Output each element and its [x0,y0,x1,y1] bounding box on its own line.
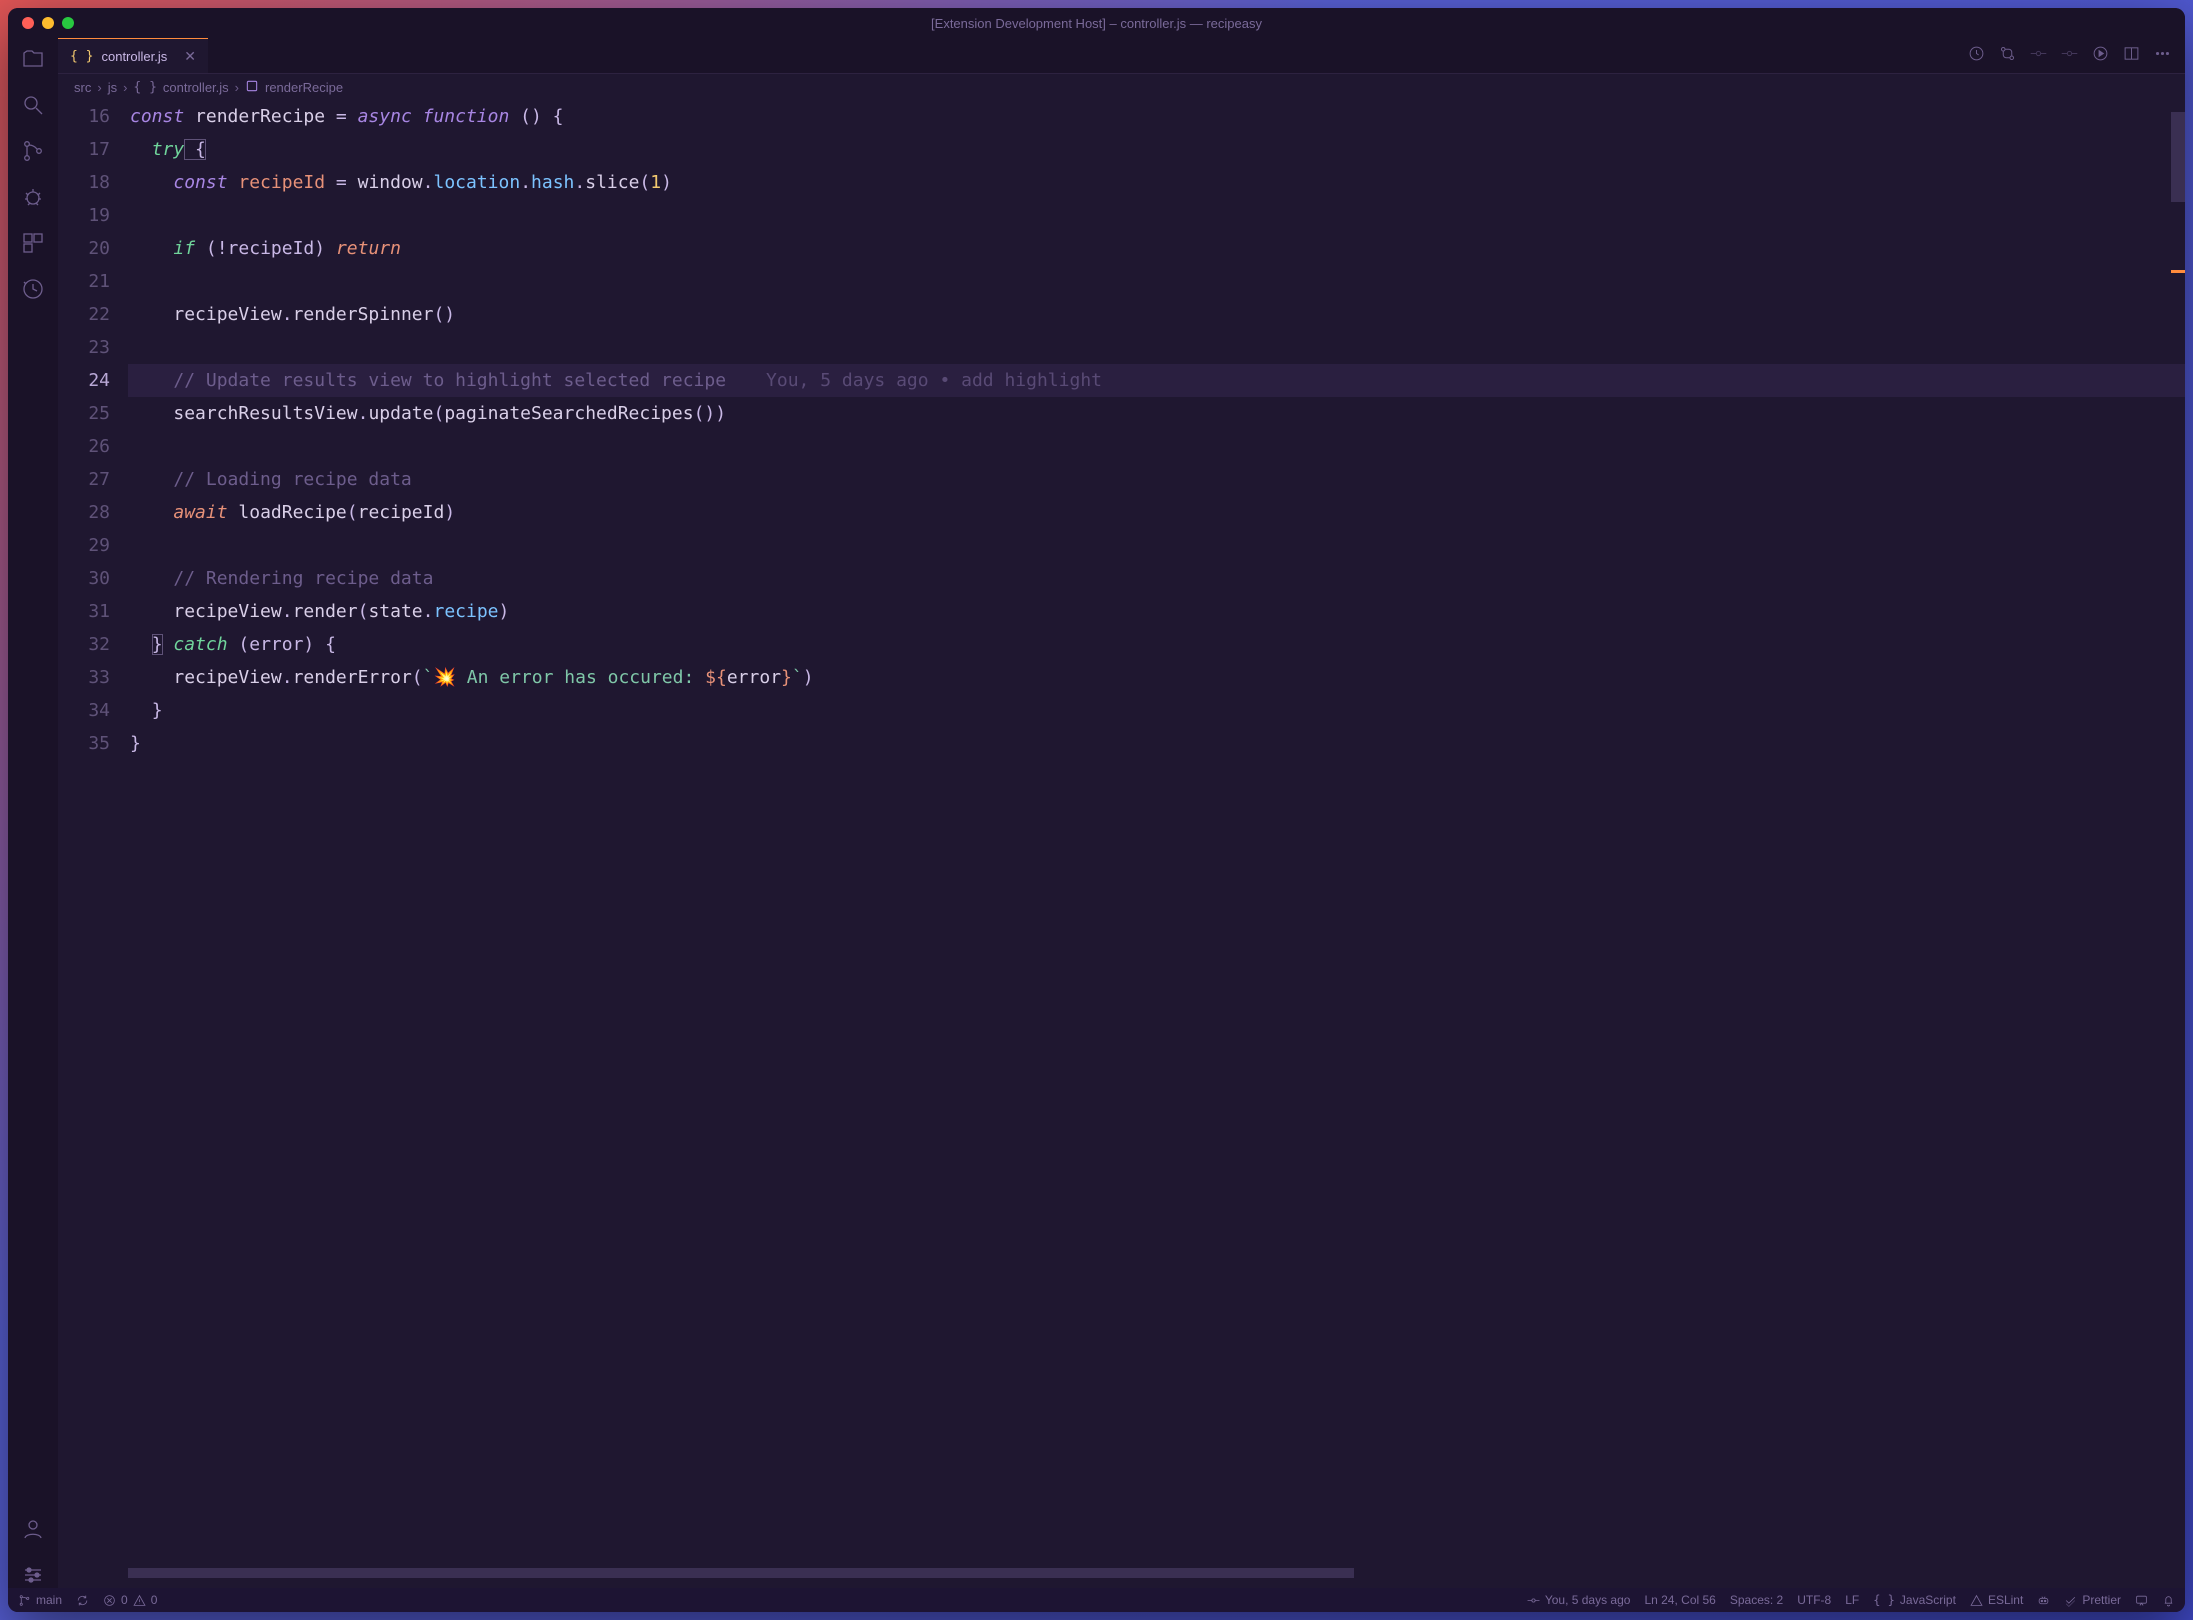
search-icon[interactable] [20,92,46,118]
scrollbar-thumb[interactable] [2171,112,2185,202]
traffic-lights [8,17,74,29]
sync-icon [76,1594,89,1607]
git-branch-item[interactable]: main [18,1593,62,1607]
blame-text: You, 5 days ago [1545,1593,1631,1607]
eslint-item[interactable]: ESLint [1970,1593,2023,1607]
code-editor[interactable]: 16 17 18 19 20 21 22 23 24 25 26 27 28 2… [58,100,2185,1588]
debug-icon[interactable] [20,184,46,210]
breadcrumb-part[interactable]: renderRecipe [265,80,343,95]
line-number-gutter: 16 17 18 19 20 21 22 23 24 25 26 27 28 2… [58,100,128,1588]
window-maximize-button[interactable] [62,17,74,29]
breadcrumb-part[interactable]: controller.js [163,80,229,95]
more-actions-icon[interactable] [2154,45,2171,67]
eslint-label: ESLint [1988,1593,2023,1607]
braces-icon: { } [1873,1593,1895,1607]
git-commit-icon [1527,1594,1540,1607]
breadcrumbs[interactable]: src › js › { } controller.js › renderRec… [58,74,2185,100]
eol: LF [1845,1593,1859,1607]
warning-icon [133,1594,146,1607]
source-control-icon[interactable] [20,138,46,164]
account-icon[interactable] [20,1516,46,1542]
js-file-icon: { } [133,80,156,95]
check-icon [2064,1594,2077,1607]
blame-status-item[interactable]: You, 5 days ago [1527,1593,1631,1607]
code-content[interactable]: const renderRecipe = async function () {… [128,100,2185,760]
tab-bar: { } controller.js ✕ [58,38,2185,74]
close-tab-button[interactable]: ✕ [184,48,196,65]
window-title: [Extension Development Host] – controlle… [8,16,2185,31]
git-commit-next-icon[interactable] [2061,45,2078,67]
sync-item[interactable] [76,1594,89,1607]
copilot-icon [2037,1594,2050,1607]
breadcrumb-part[interactable]: src [74,80,91,95]
extensions-icon[interactable] [20,230,46,256]
encoding-item[interactable]: UTF-8 [1797,1593,1831,1607]
feedback-icon [2135,1594,2148,1607]
symbol-method-icon [245,79,259,96]
problems-item[interactable]: 0 0 [103,1593,157,1607]
branch-name: main [36,1593,62,1607]
git-commit-prev-icon[interactable] [2030,45,2047,67]
js-file-icon: { } [70,49,93,64]
window-minimize-button[interactable] [42,17,54,29]
warning-count: 0 [151,1593,158,1607]
chevron-right-icon: › [97,80,101,95]
timeline-icon[interactable] [20,276,46,302]
gitlens-blame-annotation: You, 5 days ago • add highlight [726,370,1102,391]
chevron-right-icon: › [235,80,239,95]
language-mode-item[interactable]: { } JavaScript [1873,1593,1956,1607]
prettier-label: Prettier [2082,1593,2121,1607]
notifications-item[interactable] [2162,1594,2175,1607]
explorer-icon[interactable] [20,46,46,72]
tab-controller-js[interactable]: { } controller.js ✕ [58,38,208,73]
overview-change-marker [2171,270,2185,273]
run-icon[interactable] [2092,45,2109,67]
overview-ruler[interactable] [2171,100,2185,1588]
editor-group: { } controller.js ✕ src › js [58,38,2185,1588]
feedback-item[interactable] [2135,1594,2148,1607]
chevron-right-icon: › [123,80,127,95]
tab-filename: controller.js [101,49,167,64]
timeline-action-icon[interactable] [1968,45,1985,67]
cursor-position: Ln 24, Col 56 [1644,1593,1715,1607]
status-bar: main 0 0 You, 5 days ago Ln 24, Col 56 S… [8,1588,2185,1612]
breadcrumb-part[interactable]: js [108,80,117,95]
eol-item[interactable]: LF [1845,1593,1859,1607]
error-count: 0 [121,1593,128,1607]
language-mode: JavaScript [1900,1593,1956,1607]
encoding: UTF-8 [1797,1593,1831,1607]
indentation: Spaces: 2 [1730,1593,1783,1607]
horizontal-scrollbar[interactable] [128,1568,2171,1578]
warning-icon [1970,1594,1983,1607]
git-branch-icon [18,1594,31,1607]
git-compare-icon[interactable] [1999,45,2016,67]
cursor-position-item[interactable]: Ln 24, Col 56 [1644,1593,1715,1607]
activity-bar [8,38,58,1588]
indentation-item[interactable]: Spaces: 2 [1730,1593,1783,1607]
settings-icon[interactable] [20,1562,46,1588]
scrollbar-thumb[interactable] [128,1568,1354,1578]
titlebar: [Extension Development Host] – controlle… [8,8,2185,38]
vscode-window: [Extension Development Host] – controlle… [8,8,2185,1612]
split-editor-icon[interactable] [2123,45,2140,67]
copilot-item[interactable] [2037,1594,2050,1607]
error-icon [103,1594,116,1607]
bell-icon [2162,1594,2175,1607]
window-close-button[interactable] [22,17,34,29]
editor-actions [1968,38,2185,73]
prettier-item[interactable]: Prettier [2064,1593,2121,1607]
